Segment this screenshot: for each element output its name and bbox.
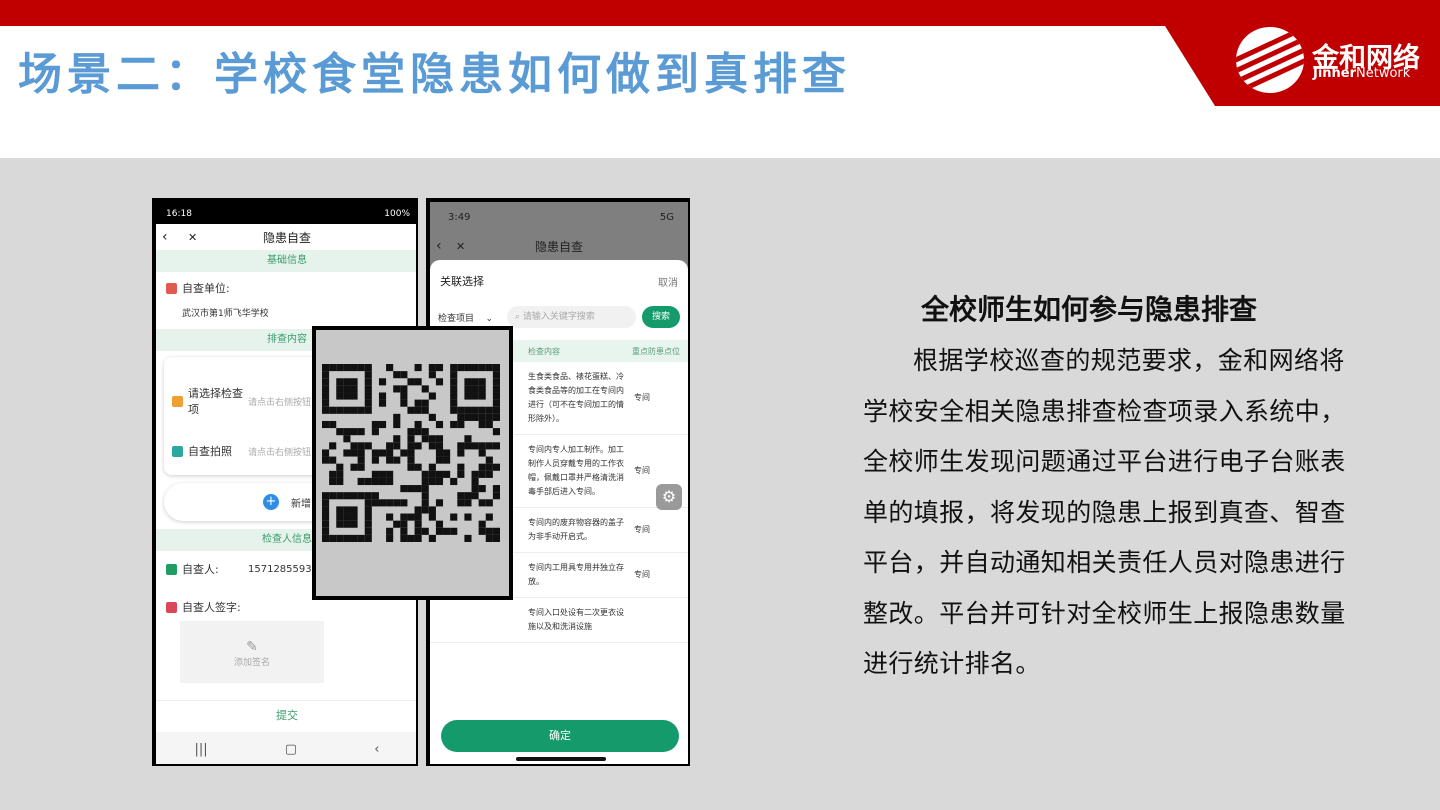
user-icon <box>166 563 177 575</box>
status-bar-ios: 3:49 5G <box>448 211 674 223</box>
settings-icon[interactable]: ⚙ <box>656 484 682 510</box>
unit-value: 武汉市第1师飞华学校 <box>182 309 269 319</box>
row-content: 专间内专人加工制作。加工制作人员穿戴专用的工作衣帽，佩戴口罩并严格清洗消毒手部后… <box>528 445 624 496</box>
row-category <box>430 598 528 642</box>
panel-body: 根据学校巡查的规范要求，金和网络将学校安全相关隐患排查检查项录入系统中，全校师生… <box>863 346 1346 678</box>
back-nav-icon[interactable]: ‹ <box>374 742 379 757</box>
search-icon: ⌕ <box>515 312 521 322</box>
section-basic-info: 基础信息 <box>156 250 416 272</box>
row-content: 生食类食品、裱花蛋糕、冷食类食品等的加工在专间内进行（可不在专间加工的情形除外）… <box>528 372 624 423</box>
table-row[interactable]: 专间入口处设有二次更衣设施以及和洗消设施 <box>430 598 688 643</box>
submit-button[interactable]: 提交 <box>156 700 416 730</box>
pick-item-placeholder: 请点击右侧按钮 <box>248 397 312 408</box>
camera-icon <box>172 445 183 457</box>
cancel-button[interactable]: 取消 <box>658 274 678 289</box>
row-place <box>634 598 688 642</box>
jinher-logo-icon <box>1236 27 1304 93</box>
android-nav-bar: ||| ▢ ‹ <box>156 732 416 764</box>
photo-placeholder: 请点击右侧按钮 <box>248 447 312 458</box>
signature-icon: ✎ <box>246 639 258 655</box>
confirm-button[interactable]: 确定 <box>441 720 679 752</box>
plus-icon: + <box>263 494 279 510</box>
home-indicator <box>516 757 606 761</box>
logo-text-en: JinherNetwork <box>1313 66 1411 81</box>
checklist-icon <box>172 395 183 407</box>
sheet-header: 关联选择 取消 <box>430 260 688 302</box>
nav-bar: ‹ ✕ 隐患自查 <box>156 224 416 250</box>
signature-box[interactable]: ✎ 添加签名 <box>180 621 324 683</box>
search-button[interactable]: 搜索 <box>642 306 680 328</box>
qr-code-icon <box>322 364 500 542</box>
building-icon <box>166 282 177 294</box>
sheet-title: 关联选择 <box>440 275 484 288</box>
row-content: 专间入口处设有二次更衣设施以及和洗消设施 <box>528 608 624 631</box>
nav-bar-dimmed: ‹ ✕ 隐患自查 <box>430 232 688 260</box>
row-place: 专间 <box>634 570 650 579</box>
row-content: 专间内工用具专用并独立存放。 <box>528 563 624 586</box>
row-content: 专间内的废弃物容器的盖子为非手动开启式。 <box>528 518 624 541</box>
nav-title: 隐患自查 <box>534 239 583 254</box>
row-place: 专间 <box>634 525 650 534</box>
qr-code-photo <box>312 326 513 600</box>
row-place: 专间 <box>634 393 650 402</box>
top-red-bar <box>0 0 1440 26</box>
pen-icon <box>166 601 177 613</box>
nav-title: 隐患自查 <box>262 230 311 245</box>
recent-apps-icon[interactable]: ||| <box>195 742 208 757</box>
panel-heading: 全校师生如何参与隐患排查 <box>921 293 1258 326</box>
slide-title: 场景二：学校食堂隐患如何做到真排查 <box>18 49 851 100</box>
status-bar: 16:18 100% <box>156 200 416 224</box>
unit-row: 自查单位: <box>156 272 416 296</box>
filter-dropdown[interactable]: 检查项目 ⌄ <box>438 311 493 324</box>
search-input[interactable]: ⌕ 请输入关键字搜索 <box>507 306 636 328</box>
home-icon[interactable]: ▢ <box>285 742 297 757</box>
